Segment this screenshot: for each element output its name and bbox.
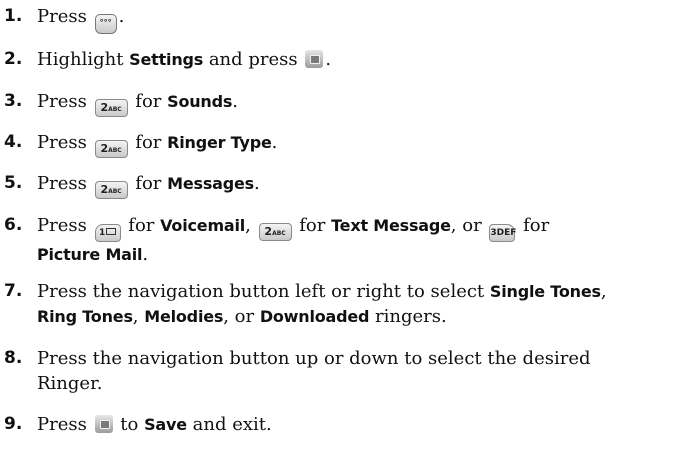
key-digit: 2 [264, 225, 273, 238]
step-text: Press 2ABC for Sounds. [37, 89, 669, 117]
text-segment: and exit. [186, 414, 272, 435]
text-segment: , [600, 281, 607, 302]
step-number: 6. [4, 215, 23, 235]
text-segment: , [245, 215, 257, 236]
text-segment: for [129, 173, 168, 194]
ok-key-icon [94, 415, 113, 433]
text-segment: . [271, 132, 278, 153]
bold-term-save: Save [144, 415, 187, 434]
ok-key-icon [305, 50, 324, 68]
bold-term-ringer-type: Ringer Type [167, 133, 272, 152]
text-segment: for [517, 215, 550, 236]
step-number: 7. [4, 281, 23, 301]
text-segment: . [118, 6, 125, 27]
key-letters: ABC [272, 230, 286, 237]
bold-term-messages: Messages [167, 174, 254, 193]
step-number: 9. [4, 414, 23, 434]
step-text: Press 2ABC for Ringer Type. [37, 130, 669, 158]
step-text: Press 1 for Voicemail, 2ABC for Text Mes… [37, 213, 669, 267]
text-segment: , or [450, 215, 488, 236]
text-segment: . [325, 49, 332, 70]
step-text: Press 2ABC for Messages. [37, 171, 669, 199]
text-segment: for [129, 91, 168, 112]
text-segment: ringers. [369, 306, 447, 327]
text-segment: , [132, 306, 145, 327]
text-segment: for [129, 132, 168, 153]
text-segment: . [232, 91, 238, 112]
text-segment: for [122, 215, 161, 236]
step-number: 4. [4, 132, 23, 152]
key-digit: 2 [100, 142, 109, 155]
key-2abc-icon: 2ABC [94, 140, 128, 158]
text-segment: Press [37, 173, 93, 194]
key-letters: ABC [108, 188, 122, 195]
step-number: 2. [4, 49, 23, 69]
text-segment: Ringer. [37, 373, 103, 394]
text-segment: to [114, 414, 145, 435]
bold-term-picture-mail: Picture Mail [37, 245, 143, 264]
instruction-page: 1. Press °°°. 2. Highlight Settings and … [0, 0, 674, 472]
text-segment: , or [223, 306, 260, 327]
key-3def-icon: 3DEF [489, 224, 517, 242]
step-text: Highlight Settings and press . [37, 47, 669, 72]
text-segment: Press [37, 215, 93, 236]
key-2abc-icon: 2ABC [94, 99, 128, 117]
step-number: 5. [4, 173, 23, 193]
step-number: 3. [4, 91, 23, 111]
text-segment: Press [37, 91, 93, 112]
bold-term-downloaded: Downloaded [259, 307, 370, 326]
bold-term-voicemail: Voicemail [160, 216, 246, 235]
text-segment: and press [203, 49, 304, 70]
text-segment: Press [37, 132, 93, 153]
bold-term-text-message: Text Message [331, 216, 451, 235]
key-letters: DEF [496, 228, 517, 238]
bold-term-sounds: Sounds [167, 92, 233, 111]
text-segment: Press the navigation button left or righ… [37, 281, 490, 302]
text-segment: Highlight [37, 49, 130, 70]
key-letters: ABC [108, 147, 122, 154]
bold-term-single-tones: Single Tones [489, 282, 601, 301]
step-text: Press the navigation button up or down t… [37, 346, 669, 396]
key-digit: 1 [98, 228, 106, 238]
bold-term-settings: Settings [129, 50, 204, 69]
key-digit: 2 [100, 101, 109, 114]
step-text: Press to Save and exit. [37, 412, 669, 437]
step-text: Press °°°. [37, 4, 669, 34]
text-segment: Press [37, 6, 93, 27]
bold-term-melodies: Melodies [144, 307, 224, 326]
text-segment: for [293, 215, 332, 236]
step-number: 1. [4, 6, 23, 26]
step-text: Press the navigation button left or righ… [37, 279, 669, 329]
step-number: 8. [4, 348, 23, 368]
key-digit: 2 [100, 183, 109, 196]
bold-term-ring-tones: Ring Tones [37, 307, 133, 326]
key-1-voicemail-icon: 1 [94, 224, 121, 242]
key-2abc-icon: 2ABC [258, 223, 292, 241]
text-segment: . [253, 173, 260, 194]
text-segment: Press [37, 414, 93, 435]
menu-key-icon: °°° [94, 14, 117, 34]
menu-key-label: °°° [99, 18, 112, 27]
text-segment: Press the navigation button up or down t… [37, 348, 591, 369]
key-letters: ABC [108, 106, 122, 113]
key-2abc-icon: 2ABC [94, 181, 128, 199]
text-segment: . [142, 244, 149, 265]
envelope-icon [106, 228, 117, 235]
